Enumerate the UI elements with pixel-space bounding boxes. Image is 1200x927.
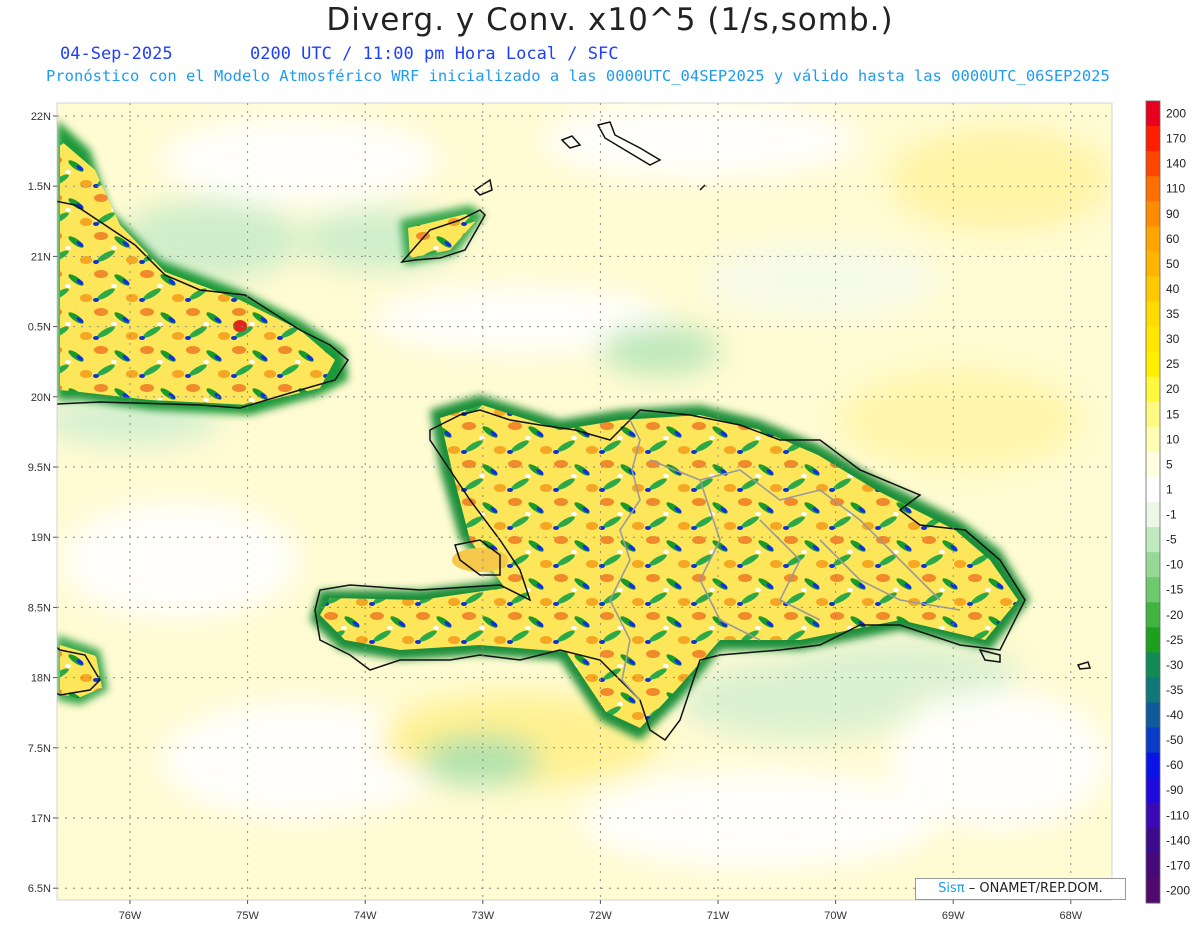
lon-label: 69W [942, 910, 965, 922]
lat-label: 9.5N [28, 462, 51, 474]
sispi-logo: Sisπ [938, 881, 965, 896]
colorbar-label: -170 [1166, 858, 1190, 872]
lon-label: 73W [471, 910, 494, 922]
lat-label: 17N [31, 813, 51, 825]
colorbar-swatch [1146, 727, 1160, 754]
colorbar-label: -10 [1166, 558, 1184, 572]
colorbar-swatch [1146, 476, 1160, 503]
colorbar-swatch [1146, 627, 1160, 653]
colorbar-swatch [1146, 527, 1160, 553]
longitude-labels: 76W 75W 74W 73W 72W 71W 70W 69W 68W [119, 900, 1083, 922]
colorbar-label: -140 [1166, 833, 1190, 847]
colorbar-swatch [1146, 126, 1160, 152]
colorbar-label: -90 [1166, 783, 1184, 797]
divergence-map: 22N 1.5N 21N 0.5N 20N 9.5N 19N 8.5N 18N 7.5N 17N 6.… [28, 100, 1190, 922]
colorbar-swatch [1146, 877, 1160, 904]
colorbar-label: -50 [1166, 733, 1184, 747]
colorbar-swatch [1146, 301, 1160, 328]
colorbar-label: -40 [1166, 708, 1184, 722]
colorbar-swatch [1146, 326, 1160, 353]
colorbar-swatch [1146, 677, 1160, 703]
lat-label: 22N [31, 111, 51, 123]
lat-label: 19N [31, 532, 51, 544]
lon-label: 72W [589, 910, 612, 922]
colorbar-swatch [1146, 251, 1160, 277]
colorbar-label: 30 [1166, 332, 1180, 346]
colorbar-label: -1 [1166, 508, 1177, 522]
colorbar-swatch [1146, 176, 1160, 202]
colorbar-swatch [1146, 426, 1160, 453]
colorbar-swatch [1146, 351, 1160, 378]
colorbar-label: 5 [1166, 457, 1173, 471]
colorbar-label: -35 [1166, 683, 1184, 697]
lon-label: 75W [236, 910, 259, 922]
lat-label: 0.5N [28, 322, 51, 334]
colorbar-label: 15 [1166, 407, 1180, 421]
colorbar-swatch [1146, 276, 1160, 302]
colorbar-swatch [1146, 852, 1160, 879]
lon-label: 68W [1059, 910, 1082, 922]
colorbar-swatch [1146, 151, 1160, 177]
latitude-labels: 22N 1.5N 21N 0.5N 20N 9.5N 19N 8.5N 18N 7.5N 17N 6.… [28, 111, 57, 895]
lon-label: 70W [824, 910, 847, 922]
colorbar-swatch [1146, 101, 1160, 127]
colorbar-label: 50 [1166, 257, 1180, 271]
colorbar-swatch [1146, 777, 1160, 804]
colorbar-label: 110 [1166, 182, 1185, 196]
lat-label: 18N [31, 673, 51, 685]
colorbar-swatch [1146, 451, 1160, 478]
lat-label: 7.5N [28, 743, 51, 755]
colorbar-label: 35 [1166, 307, 1180, 321]
colorbar-swatch [1146, 401, 1160, 428]
credit-box: Sisπ – ONAMET/REP.DOM. [915, 878, 1126, 900]
colorbar-swatch [1146, 201, 1160, 227]
colorbar-label: 140 [1166, 157, 1186, 171]
colorbar-swatch [1146, 827, 1160, 854]
colorbar-label: 20 [1166, 382, 1180, 396]
colorbar-label: 40 [1166, 282, 1180, 296]
colorbar-swatch [1146, 602, 1160, 628]
lon-label: 71W [707, 910, 730, 922]
lat-label: 1.5N [28, 181, 51, 193]
colorbar-label: 200 [1166, 107, 1186, 121]
colorbar-swatch [1146, 802, 1160, 829]
field-layer [57, 103, 1112, 900]
colorbar-label: 1 [1166, 482, 1173, 496]
colorbar-swatch [1146, 552, 1160, 578]
colorbar-label: -110 [1166, 808, 1189, 822]
colorbar-label: -25 [1166, 633, 1184, 647]
colorbar-swatch [1146, 652, 1160, 678]
colorbar: 200 170 140 110 90 60 50 40 35 30 25 20 15 10 5 1 -1 -5 -1… [1145, 100, 1190, 904]
colorbar-swatch [1146, 502, 1160, 528]
lon-label: 76W [119, 910, 142, 922]
colorbar-swatch [1146, 752, 1160, 779]
lon-label: 74W [354, 910, 377, 922]
colorbar-label: -60 [1166, 758, 1184, 772]
credit-text: – ONAMET/REP.DOM. [968, 881, 1103, 896]
colorbar-label: -5 [1166, 533, 1177, 547]
colorbar-label: 170 [1166, 132, 1186, 146]
colorbar-swatch [1146, 226, 1160, 252]
colorbar-label: 10 [1166, 432, 1180, 446]
lat-label: 21N [31, 251, 51, 263]
colorbar-label: 90 [1166, 207, 1180, 221]
lat-label: 6.5N [28, 883, 51, 895]
colorbar-label: 25 [1166, 357, 1180, 371]
colorbar-label: -15 [1166, 583, 1184, 597]
colorbar-label: -200 [1166, 883, 1190, 897]
colorbar-swatch [1146, 577, 1160, 603]
lat-label: 8.5N [28, 602, 51, 614]
colorbar-label: 60 [1166, 232, 1180, 246]
colorbar-label: -20 [1166, 608, 1184, 622]
colorbar-swatch [1146, 376, 1160, 403]
lat-label: 20N [31, 392, 51, 404]
colorbar-swatch [1146, 702, 1160, 729]
colorbar-label: -30 [1166, 658, 1184, 672]
